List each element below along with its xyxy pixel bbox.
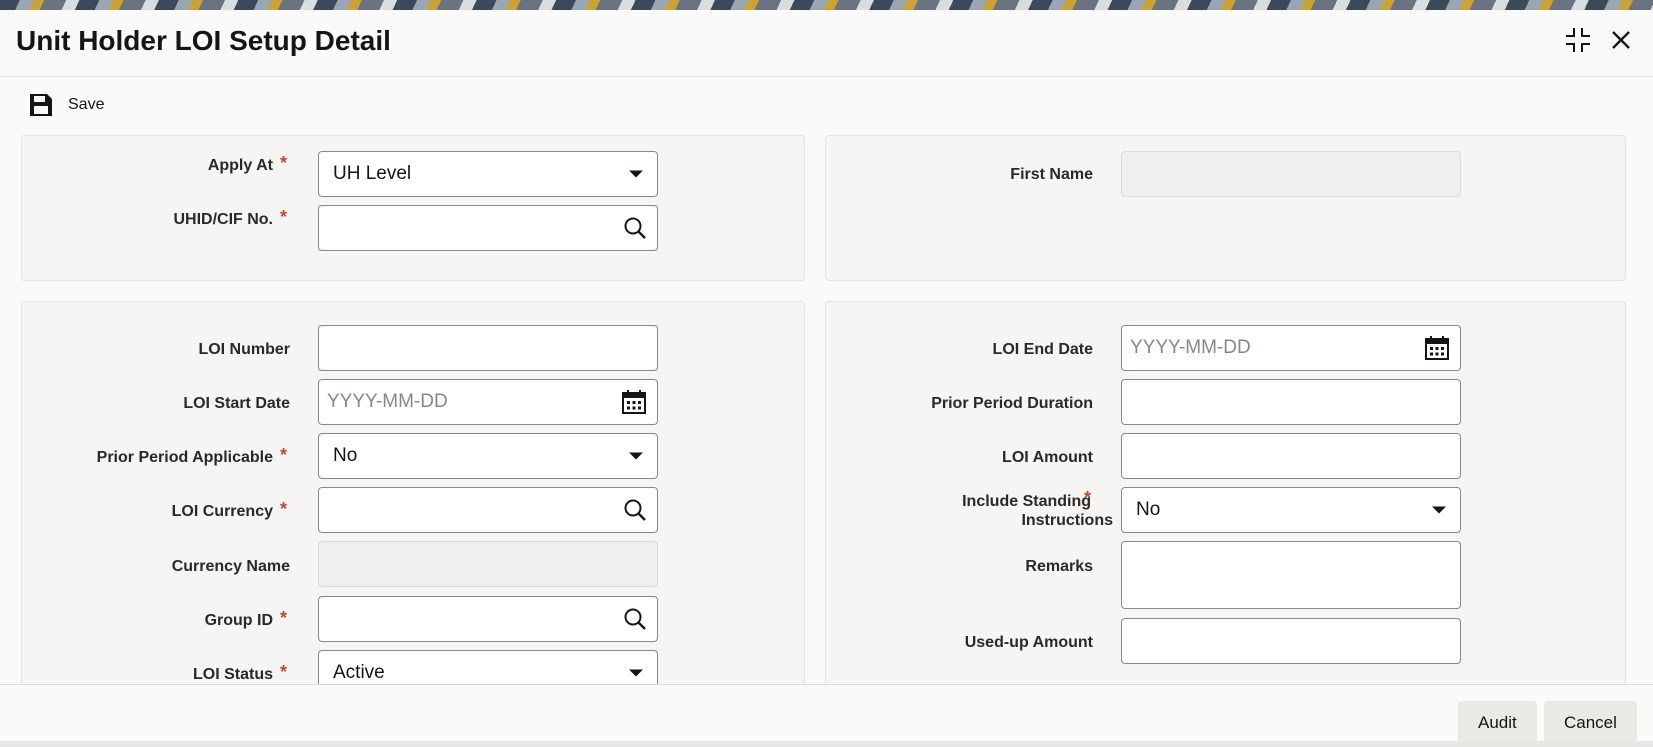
close-button[interactable] (1605, 24, 1637, 56)
used-up-amount-label: Used-up Amount (964, 634, 1093, 651)
first-name-field (1121, 151, 1461, 197)
required-marker: * (280, 153, 288, 173)
loi-start-date-input[interactable]: YYYY-MM-DD (318, 379, 658, 425)
prior-period-duration-label: Prior Period Duration (931, 395, 1093, 412)
apply-at-select[interactable]: UH Level (318, 151, 658, 197)
required-marker: * (280, 608, 288, 628)
title-bar: Unit Holder LOI Setup Detail (0, 10, 1653, 77)
search-icon[interactable] (623, 607, 647, 631)
cancel-button[interactable]: Cancel (1544, 701, 1637, 745)
chevron-down-icon (629, 170, 643, 178)
loi-currency-label: LOI Currency (171, 503, 273, 520)
apply-at-value: UH Level (333, 163, 412, 184)
include-standing-instructions-value: No (1136, 499, 1161, 520)
save-button[interactable]: Save (28, 91, 104, 119)
loi-number-input[interactable] (318, 325, 658, 371)
search-icon[interactable] (623, 216, 647, 240)
chevron-down-icon (1432, 506, 1446, 514)
required-marker: * (280, 662, 288, 682)
prior-period-applicable-value: No (333, 445, 358, 466)
prior-period-applicable-select[interactable]: No (318, 433, 658, 479)
loi-number-label: LOI Number (198, 341, 290, 358)
chevron-down-icon (629, 669, 643, 677)
required-marker: * (1084, 488, 1092, 508)
audit-button[interactable]: Audit (1458, 701, 1537, 745)
remarks-textarea[interactable] (1121, 541, 1461, 609)
page-title: Unit Holder LOI Setup Detail (16, 25, 391, 56)
currency-name-label: Currency Name (171, 558, 290, 575)
loi-amount-label: LOI Amount (1002, 449, 1093, 466)
floppy-disk-icon (30, 94, 52, 116)
required-marker: * (280, 207, 288, 227)
loi-end-date-label: LOI End Date (992, 341, 1093, 358)
required-marker: * (280, 445, 288, 465)
loi-end-date-input[interactable]: YYYY-MM-DD (1121, 325, 1461, 371)
calendar-icon[interactable] (1424, 335, 1450, 361)
close-icon (1612, 31, 1630, 49)
prior-period-applicable-label: Prior Period Applicable (96, 449, 273, 466)
group-id-input[interactable] (318, 596, 658, 642)
prior-period-duration-input[interactable] (1121, 379, 1461, 425)
used-up-amount-input[interactable] (1121, 618, 1461, 664)
dialog-window: Unit Holder LOI Setup Detail Save Apply … (0, 10, 1653, 747)
loi-status-value: Active (333, 662, 385, 683)
loi-start-date-label: LOI Start Date (183, 395, 290, 412)
footer-bar: Audit Cancel (0, 684, 1653, 747)
include-standing-instructions-label-line2: Instructions (1021, 512, 1113, 529)
loi-status-label: LOI Status (192, 666, 273, 683)
required-marker: * (280, 499, 288, 519)
uhid-input[interactable] (318, 205, 658, 251)
include-standing-instructions-label: Include Standing Instructions (880, 492, 1113, 530)
uhid-label: UHID/CIF No. (173, 211, 273, 228)
chevron-down-icon (629, 452, 643, 460)
remarks-label: Remarks (1025, 558, 1093, 575)
include-standing-instructions-select[interactable]: No (1121, 487, 1461, 533)
first-name-label: First Name (1010, 166, 1093, 183)
toolbar: Save (0, 77, 1653, 135)
search-icon[interactable] (623, 498, 647, 522)
currency-name-field (318, 541, 658, 587)
loi-currency-input[interactable] (318, 487, 658, 533)
calendar-icon[interactable] (621, 389, 647, 415)
loi-start-date-placeholder: YYYY-MM-DD (327, 391, 448, 412)
bottom-strip (0, 741, 1653, 747)
save-label: Save (68, 96, 105, 113)
restore-window-icon (1566, 28, 1590, 52)
loi-amount-input[interactable] (1121, 433, 1461, 479)
restore-window-button[interactable] (1562, 24, 1594, 56)
loi-end-date-placeholder: YYYY-MM-DD (1130, 337, 1251, 358)
top-decorative-strip (0, 0, 1653, 10)
apply-at-label: Apply At (207, 157, 273, 174)
include-standing-instructions-label-line1: Include Standing (962, 493, 1091, 510)
group-id-label: Group ID (204, 612, 273, 629)
